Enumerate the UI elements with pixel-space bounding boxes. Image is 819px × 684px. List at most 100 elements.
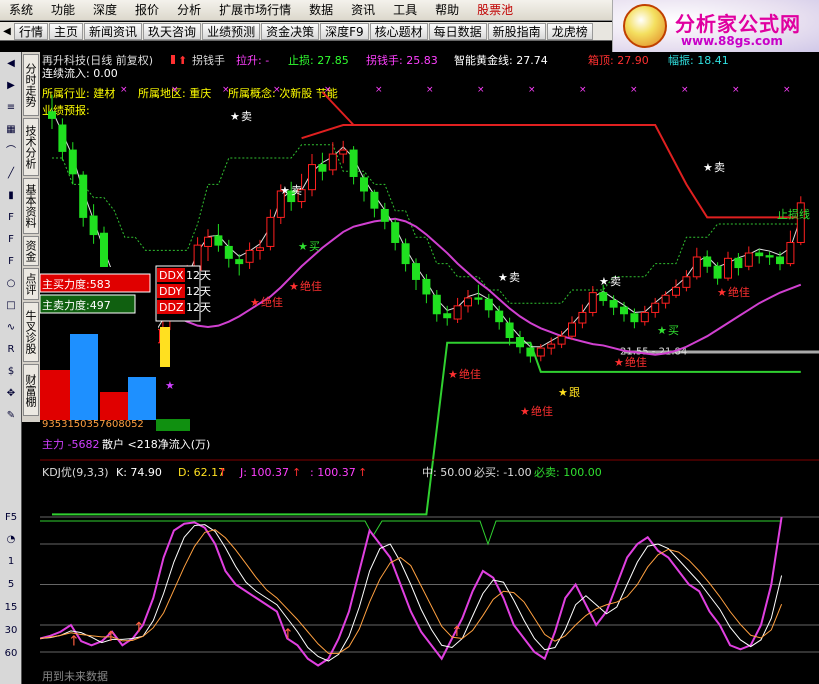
bar-icon[interactable]: ▮ [3,188,19,203]
candle-body [266,216,275,247]
kdj-buy-arrow-icon: ↑ [133,620,145,636]
side-tab-5[interactable]: 牛叉诊股 [23,302,39,362]
candle-body [516,337,524,348]
sell-signal-label: 卖 [241,110,252,123]
list-icon[interactable]: ≡ [3,100,19,115]
menu-item-10[interactable]: 股票池 [468,0,522,21]
indicator-name: 拐钱手 [192,53,225,67]
candle-body [48,111,56,119]
wave-icon[interactable]: ∿ [3,320,19,335]
candle-body [474,297,483,300]
circle-icon[interactable]: ○ [3,276,19,291]
period-15[interactable]: 15 [3,600,19,615]
candle-body [547,343,556,349]
tab-1[interactable]: 主页 [49,22,84,40]
side-tab-6[interactable]: 财富棚 [23,364,39,416]
candle-body [724,257,732,279]
menu-item-9[interactable]: 帮助 [426,0,468,21]
ddy-days: 12天 [186,285,211,298]
best-signal-label: 绝佳 [625,355,647,369]
candle-body [58,124,67,152]
tab-10[interactable]: 龙虎榜 [546,22,593,40]
candle-body [349,149,358,177]
menu-item-5[interactable]: 扩展市场行情 [210,0,300,21]
menu-item-8[interactable]: 工具 [384,0,426,21]
menu-item-6[interactable]: 数据 [300,0,342,21]
tab-4[interactable]: 业绩预测 [202,22,261,40]
ddx-yellow-bar [160,327,170,367]
side-tab-1[interactable]: 技术分析 [23,118,39,176]
chart-icon[interactable]: ⌒ [3,144,19,159]
menu-item-2[interactable]: 深度 [84,0,126,21]
candle-body [224,245,233,259]
logo-title: 分析家公式网 [675,12,801,36]
top-marker: × [375,85,383,95]
resistance-head [321,91,355,126]
candle-body [339,149,348,155]
tab-7[interactable]: 核心题材 [369,22,428,40]
menu-item-7[interactable]: 资讯 [342,0,384,21]
ddz-label: DDZ [159,301,184,314]
ddy-label: DDY [159,285,182,298]
forward-icon[interactable]: ▶ [3,78,19,93]
lianxu-value: 连续流入: 0.00 [42,66,118,80]
tab-0[interactable]: 行情 [14,22,49,40]
candle-body [318,164,327,172]
square-icon[interactable]: □ [3,298,19,313]
side-tab-3[interactable]: 资金 [23,236,39,266]
kdj-k: K: 74.90 [116,466,162,479]
kdj-j2: : 100.37 [310,466,356,479]
zhumai-value: 主买力度:583 [42,277,111,291]
rsi-icon[interactable]: R [3,342,19,357]
period-1[interactable]: 1 [3,554,19,569]
candle-body [755,252,764,257]
pen-icon[interactable]: ✎ [3,408,19,423]
kdj-j-arrow-icon: ↑ [292,466,301,479]
candle-body [786,241,795,265]
tab-3[interactable]: 玖天咨询 [143,22,202,40]
clock-icon[interactable]: ◔ [3,532,19,547]
candle-body [370,191,379,209]
period-60[interactable]: 60 [3,646,19,661]
hangye-value: 所属行业: 建材 [42,86,115,100]
f10-icon[interactable]: F [3,210,19,225]
candle-body [432,294,441,315]
zhineng-value: 智能黄金线: 27.74 [454,53,548,67]
best-star-icon: ★ [448,368,458,381]
f5-icon[interactable]: F5 [3,510,19,525]
candle-body [578,311,587,324]
menu-item-3[interactable]: 报价 [126,0,168,21]
ddz-days: 12天 [186,301,211,314]
f12-icon[interactable]: F [3,254,19,269]
candle-body [765,255,774,258]
side-tab-2[interactable]: 基本资料 [23,178,39,234]
best-signal-label: 绝佳 [531,404,553,418]
f-icon[interactable]: F [3,232,19,247]
tab-5[interactable]: 资金决策 [261,22,320,40]
tab-8[interactable]: 每日数据 [428,22,487,40]
zhuli-value: 主力 -5682 [42,438,99,451]
candle-body [568,322,576,337]
period-5[interactable]: 5 [3,577,19,592]
guaiqianshou-value: 拐钱手: 25.83 [366,53,438,67]
best-signal-label: 绝佳 [459,367,481,381]
grid-icon[interactable]: ▦ [3,122,19,137]
move-icon[interactable]: ✥ [3,386,19,401]
dollar-icon[interactable]: $ [3,364,19,379]
line-icon[interactable]: ╱ [3,166,19,181]
period-30[interactable]: 30 [3,623,19,638]
menu-item-0[interactable]: 系统 [0,0,42,21]
candle-body [692,256,701,278]
candle-body [443,313,452,319]
side-tab-4[interactable]: 点评 [23,268,39,300]
side-tab-0[interactable]: 分时走势 [23,54,39,116]
back-icon[interactable]: ◀ [3,56,19,71]
zhisun-value: 止损: 27.85 [288,53,349,67]
candle-body [713,265,722,279]
tab-9[interactable]: 新股指南 [487,22,546,40]
menu-item-1[interactable]: 功能 [42,0,84,21]
menu-item-4[interactable]: 分析 [168,0,210,21]
tab-2[interactable]: 新闻资讯 [84,22,143,40]
tab-6[interactable]: 深度F9 [320,22,369,40]
tab-scroll-left-icon[interactable]: ◀ [0,26,14,37]
